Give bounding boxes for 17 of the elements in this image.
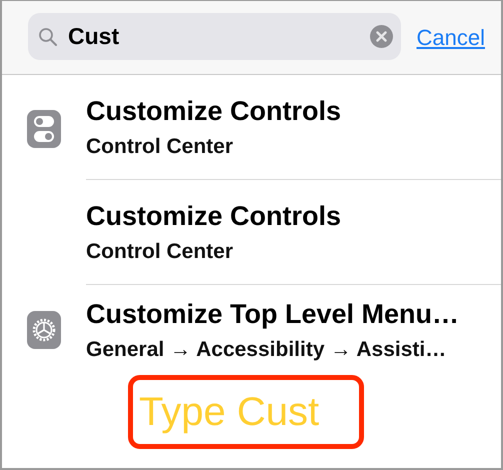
gear-icon — [27, 311, 61, 349]
search-text: Cust — [68, 23, 120, 50]
result-subtitle: Control Center — [86, 134, 234, 158]
result-title: Customize Top Level Menu… — [86, 299, 460, 330]
result-item[interactable]: Customize Top Level Menu… General → Accessibility → Assisti… — [2, 285, 501, 373]
result-title: Customize Controls — [86, 96, 342, 126]
result-subtitle: General → Accessibility → Assisti… — [86, 338, 448, 362]
cancel-link[interactable]: Cancel — [416, 24, 485, 50]
clear-icon[interactable] — [370, 25, 393, 48]
annotation-label: Type Cust — [128, 375, 364, 449]
result-item[interactable]: Customize Controls Control Center — [2, 180, 501, 285]
toggles-icon — [27, 110, 61, 148]
search-field[interactable]: Cust — [28, 13, 401, 60]
result-subtitle: Control Center — [86, 240, 234, 264]
search-icon — [38, 26, 58, 46]
result-title: Customize Controls — [86, 200, 342, 232]
result-item[interactable]: Customize Controls Control Center — [2, 75, 501, 180]
